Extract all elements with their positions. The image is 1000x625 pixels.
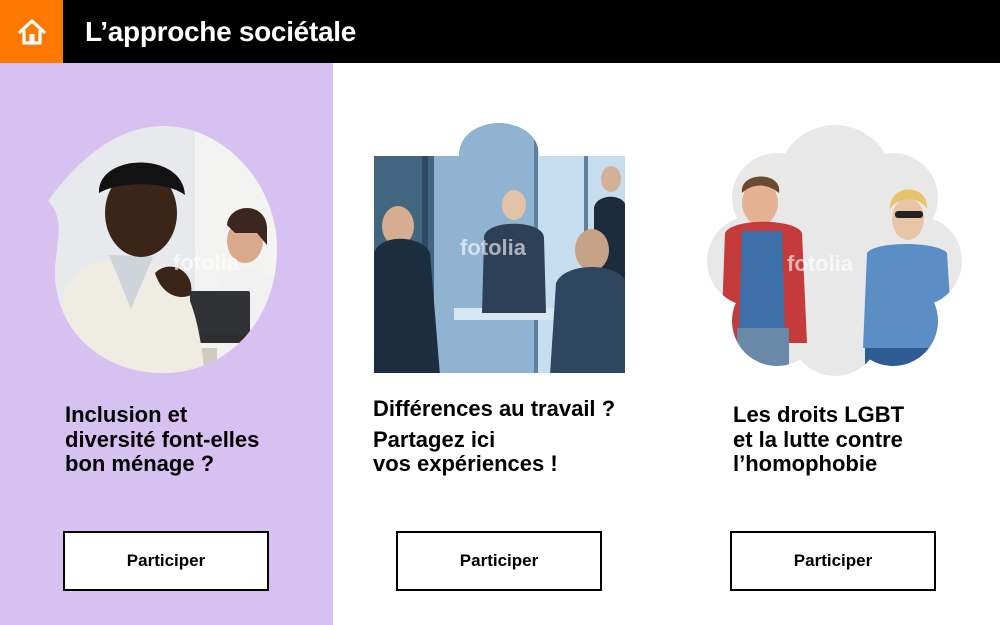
card-lgbt-rights: fotolia Les droits LGBT et la lutte cont… bbox=[667, 63, 1000, 625]
participate-button[interactable]: Participer bbox=[63, 531, 269, 591]
card-inclusion-diversity: fotolia Inclusion et diversité font-elle… bbox=[0, 63, 333, 625]
participate-button[interactable]: Participer bbox=[730, 531, 936, 591]
top-bar: L’approche sociétale bbox=[0, 0, 1000, 63]
card-title: Différences au travail ? Partagez ici vo… bbox=[373, 396, 616, 476]
page-title: L’approche sociétale bbox=[85, 16, 356, 47]
participate-button[interactable]: Participer bbox=[396, 531, 602, 591]
home-button[interactable] bbox=[0, 0, 63, 63]
card-title: Les droits LGBT et la lutte contre l’hom… bbox=[733, 402, 905, 476]
watermark-text: fotolia bbox=[787, 251, 854, 276]
card-image-couple: fotolia bbox=[707, 123, 962, 378]
watermark-text: fotolia bbox=[173, 250, 240, 275]
home-icon bbox=[17, 18, 46, 45]
card-workplace-differences: fotolia Différences au travail ? Partage… bbox=[333, 63, 666, 625]
watermark-text: fotolia bbox=[460, 235, 527, 260]
card-image-businessman: fotolia bbox=[45, 123, 280, 378]
card-title: Inclusion et diversité font-elles bon mé… bbox=[65, 402, 260, 476]
card-image-meeting: fotolia bbox=[374, 123, 626, 375]
